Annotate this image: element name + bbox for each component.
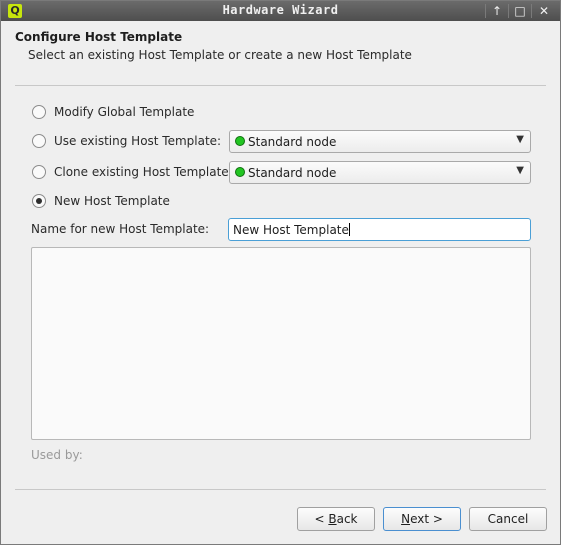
- wizard-header: Configure Host Template Select an existi…: [1, 21, 560, 87]
- hardware-wizard-window: Q Hardware Wizard ↑ □ ✕ Configure Host T…: [0, 0, 561, 545]
- page-title: Configure Host Template: [15, 30, 183, 44]
- header-divider: [15, 85, 546, 86]
- template-name-input[interactable]: New Host Template: [228, 218, 531, 241]
- status-dot-icon: [235, 136, 245, 146]
- page-subtitle: Select an existing Host Template or crea…: [28, 48, 412, 62]
- chevron-down-icon: ▼: [516, 165, 524, 176]
- cancel-button-label: Cancel: [487, 512, 529, 526]
- used-by-label: Used by:: [31, 448, 83, 462]
- label-new-host-template: New Host Template: [54, 194, 170, 208]
- clone-existing-template-value: Standard node: [248, 166, 337, 180]
- radio-clone-existing-host-template[interactable]: [32, 165, 46, 179]
- titlebar-separator: [531, 4, 532, 18]
- shade-icon[interactable]: ↑: [487, 3, 507, 19]
- chevron-down-icon: ▼: [516, 134, 524, 145]
- titlebar-separator: [508, 4, 509, 18]
- use-existing-template-value: Standard node: [248, 135, 337, 149]
- radio-modify-global-template[interactable]: [32, 105, 46, 119]
- back-button-label: ack: [336, 512, 358, 526]
- window-title: Hardware Wizard: [222, 3, 339, 17]
- footer-divider: [15, 489, 546, 490]
- template-details-area[interactable]: [31, 247, 531, 440]
- next-button-mnemonic: N: [401, 512, 411, 526]
- close-icon[interactable]: ✕: [534, 3, 554, 19]
- title-bar[interactable]: Q Hardware Wizard ↑ □ ✕: [1, 1, 560, 21]
- back-button-mnemonic: B: [328, 512, 337, 526]
- next-button[interactable]: Next >: [383, 507, 461, 531]
- use-existing-template-select[interactable]: Standard node ▼: [229, 130, 531, 153]
- name-field-label: Name for new Host Template:: [31, 222, 210, 236]
- template-name-value: New Host Template: [233, 223, 349, 237]
- label-clone-existing-host-template: Clone existing Host Template:: [54, 165, 233, 179]
- label-use-existing-host-template: Use existing Host Template:: [54, 134, 222, 148]
- next-button-label: ext >: [410, 512, 443, 526]
- clone-existing-template-select[interactable]: Standard node ▼: [229, 161, 531, 184]
- label-modify-global-template: Modify Global Template: [54, 105, 195, 119]
- radio-new-host-template[interactable]: [32, 194, 46, 208]
- back-button[interactable]: < Back: [297, 507, 375, 531]
- cancel-button[interactable]: Cancel: [469, 507, 547, 531]
- status-dot-icon: [235, 167, 245, 177]
- radio-use-existing-host-template[interactable]: [32, 134, 46, 148]
- text-caret: [348, 223, 350, 236]
- maximize-icon[interactable]: □: [510, 3, 530, 19]
- back-button-prefix: <: [314, 512, 329, 526]
- titlebar-separator: [485, 4, 486, 18]
